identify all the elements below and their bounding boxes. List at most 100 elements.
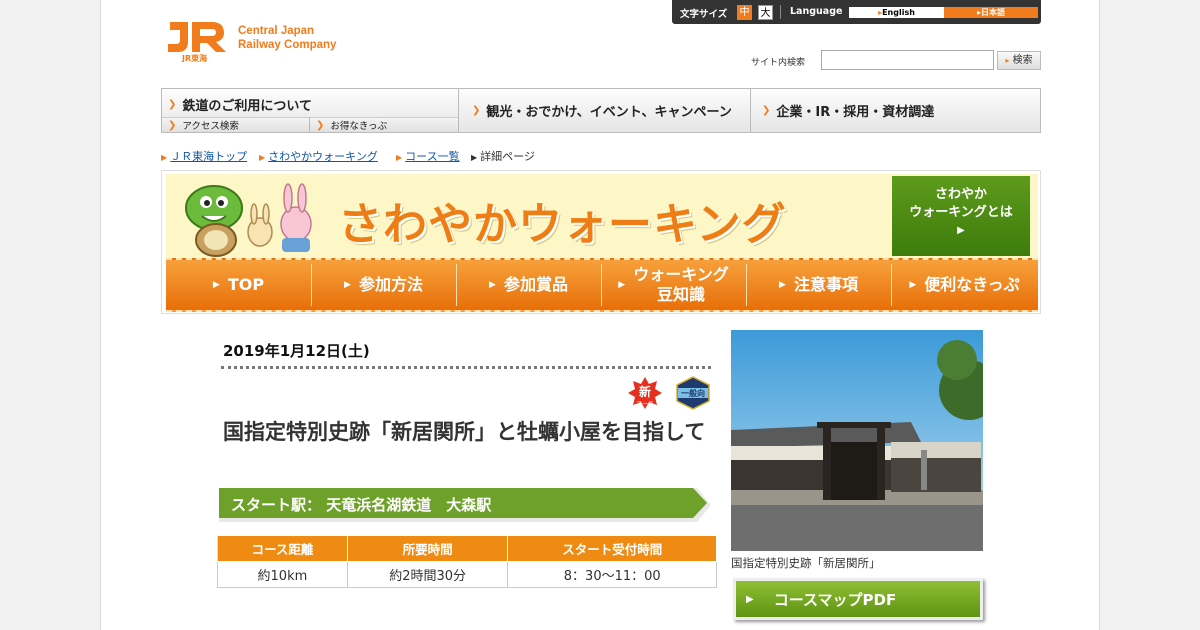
banner-header: さわやかウォーキング さわやか ウォーキングとは ▶ (166, 174, 1038, 258)
banner-nav-prizes[interactable]: ▶ 参加賞品 (456, 260, 601, 310)
page: JR東海 Central Japan Railway Company 文字サイズ… (100, 0, 1100, 630)
jr-central-logo[interactable]: JR東海 Central Japan Railway Company (166, 16, 366, 64)
search-button-label: 検索 (1012, 55, 1033, 66)
breadcrumb-link[interactable]: さわやかウォーキング (268, 150, 378, 163)
breadcrumb-arrow-icon: ▶ (396, 153, 403, 162)
badge-new-text: 新 (639, 384, 651, 399)
banner-nav-how-to-join[interactable]: ▶ 参加方法 (311, 260, 456, 310)
banner-nav-walking-tips[interactable]: ▶ ウォーキング 豆知識 (601, 260, 746, 310)
breadcrumb-link[interactable]: ＪＲ東海トップ (170, 150, 247, 163)
banner-nav-notes-label: 注意事項 (793, 275, 858, 294)
nav-railway-access[interactable]: ❯ アクセス検索 (162, 117, 309, 132)
search-label: サイト内検索 (751, 58, 806, 68)
nav-arrow-icon: ❯ (168, 119, 177, 131)
general-audience-badge-icon: 一般向 (676, 376, 710, 410)
jr-logo-icon: JR東海 (168, 22, 226, 62)
nav-arrow-icon: ❯ (472, 105, 481, 116)
course-info-table: コース距離 所要時間 スタート受付時間 約10km 約2時間30分 8：30～1… (217, 535, 717, 588)
course-title: 国指定特別史跡「新居関所」と牡蠣小屋を目指して (223, 420, 706, 444)
search-button[interactable]: ▸ 検索 (997, 51, 1041, 70)
banner-nav-prizes-label: 参加賞品 (503, 275, 568, 294)
course-date: 2019年1月12日(土) (223, 342, 370, 360)
font-size-label: 文字サイズ (680, 9, 728, 20)
nav-corporate[interactable]: ❯ 企業・IR・採用・資材調達 (762, 89, 1042, 132)
banner-nav-top-label: TOP (227, 275, 265, 294)
global-nav: ❯ 鉄道のご利用について ❯ アクセス検索 ❯ お得なきっぷ ❯ 観光・おでかけ、イベン… (161, 88, 1041, 133)
lang-japanese-label: 日本語 (981, 8, 1005, 17)
walking-banner: さわやかウォーキング さわやか ウォーキングとは ▶ ▶ TOP ▶ 参加方法 ▶ 参… (161, 170, 1041, 314)
mascot-characters-icon (185, 183, 312, 257)
nav-tourism-label: 観光・おでかけ、イベント、キャンペーン (486, 105, 732, 120)
course-photo (731, 330, 983, 551)
breadcrumb-arrow-icon: ▶ (259, 153, 266, 162)
banner-title: さわやかウォーキング (338, 199, 787, 250)
badge-new-sub-text: コース (636, 401, 654, 408)
breadcrumb-item-course-list[interactable]: ▶ コース一覧 (396, 148, 460, 164)
lang-english-label: English (882, 8, 915, 17)
search-arrow-icon: ▸ (1005, 56, 1010, 65)
banner-nav-tickets[interactable]: ▶ 便利なきっぷ (891, 260, 1038, 310)
arai-checkpoint-photo-icon (731, 330, 983, 551)
logo-mark-text: JR東海 (181, 53, 207, 62)
table-header-duration: 所要時間 (346, 535, 509, 562)
banner-nav-top[interactable]: ▶ TOP (166, 260, 311, 310)
banner-nav-walking-tips-line2: 豆知識 (656, 285, 705, 304)
photo-caption: 国指定特別史跡「新居関所」 (731, 556, 881, 570)
nav-divider (458, 89, 459, 132)
banner-nav-walking-tips-line1: ウォーキング (633, 265, 729, 284)
lang-english-button[interactable]: ▸English (849, 7, 944, 18)
breadcrumb-arrow-icon: ▶ (161, 153, 168, 162)
banner-nav: ▶ TOP ▶ 参加方法 ▶ 参加賞品 ▶ ウォーキング 豆知識 ▶ 注意事項 ▶ 便利なきっ… (166, 258, 1038, 312)
table-header-reception: スタート受付時間 (507, 535, 717, 562)
font-size-large-button[interactable]: 大 (758, 5, 773, 20)
banner-nav-walking-tips-label: ウォーキング 豆知識 (633, 265, 729, 305)
logo-line2: Railway Company (238, 39, 337, 51)
start-station-text: スタート駅： 天竜浜名湖鉄道 大森駅 (231, 496, 492, 514)
pdf-arrow-icon: ▶ (746, 593, 754, 605)
search-input[interactable] (821, 50, 994, 70)
dotted-divider (221, 366, 711, 369)
breadcrumb-item-walking[interactable]: ▶ さわやかウォーキング (259, 148, 378, 164)
badge-general-text: 一般向 (681, 388, 705, 398)
nav-railway-access-label: アクセス検索 (182, 121, 239, 132)
about-walking-button[interactable]: さわやか ウォーキングとは ▶ (892, 176, 1030, 256)
nav-arrow-icon: ❯ (762, 105, 771, 116)
banner-nav-arrow-icon: ▶ (489, 280, 496, 290)
start-station-bar: スタート駅： 天竜浜名湖鉄道 大森駅 (219, 488, 711, 522)
nav-tourism[interactable]: ❯ 観光・おでかけ、イベント、キャンペーン (472, 89, 752, 132)
banner-nav-arrow-icon: ▶ (618, 280, 626, 290)
lang-japanese-button[interactable]: ▸日本語 (944, 7, 1038, 18)
banner-nav-arrow-icon: ▶ (344, 280, 351, 290)
course-map-pdf-button[interactable]: ▶ コースマップPDF (733, 578, 983, 620)
font-size-medium-button[interactable]: 中 (737, 5, 752, 20)
breadcrumb-link[interactable]: コース一覧 (405, 150, 459, 163)
breadcrumb-arrow-icon: ▶ (471, 153, 478, 162)
nav-railway-label: 鉄道のご利用について (182, 99, 313, 114)
utility-divider (780, 5, 781, 19)
logo-line1: Central Japan (238, 25, 315, 37)
nav-railway-tickets[interactable]: ❯ お得なきっぷ (309, 117, 458, 132)
banner-nav-notes[interactable]: ▶ 注意事項 (746, 260, 891, 310)
nav-corporate-label: 企業・IR・採用・資材調達 (776, 105, 935, 120)
table-cell-reception: 8：30～11：00 (507, 561, 717, 588)
breadcrumb-item-top[interactable]: ▶ ＪＲ東海トップ (161, 148, 247, 164)
nav-railway-tickets-label: お得なきっぷ (330, 121, 388, 132)
table-cell-distance: 約10km (217, 561, 348, 588)
about-arrow-icon: ▶ (957, 225, 965, 236)
logo-text: Central Japan Railway Company (238, 24, 336, 52)
table-header-distance: コース距離 (217, 535, 348, 562)
about-line2: ウォーキングとは (909, 205, 1013, 220)
nav-arrow-icon: ❯ (316, 119, 325, 131)
banner-nav-how-to-join-label: 参加方法 (358, 275, 423, 294)
table-row: 約10km 約2時間30分 8：30～11：00 (217, 561, 717, 588)
banner-nav-arrow-icon: ▶ (212, 280, 220, 290)
pdf-button-label: コースマップPDF (773, 590, 897, 609)
about-line1: さわやか (934, 187, 987, 202)
banner-nav-tickets-label: 便利なきっぷ (924, 275, 1020, 294)
nav-divider (750, 89, 751, 132)
table-cell-duration: 約2時間30分 (346, 561, 509, 588)
banner-nav-arrow-icon: ▶ (909, 280, 917, 290)
breadcrumb-current-label: 詳細ページ (480, 150, 535, 163)
new-course-badge-icon: 新 コース (628, 377, 662, 409)
nav-arrow-icon: ❯ (168, 99, 177, 110)
